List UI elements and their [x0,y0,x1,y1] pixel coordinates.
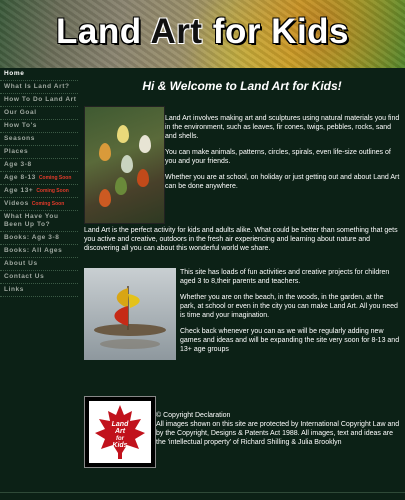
leaf-boat-photo [84,268,176,360]
site-title: Land Art for Kids [55,12,350,51]
sidebar-nav: Home What Is Land Art? How To Do Land Ar… [0,68,78,297]
svg-text:Land: Land [112,421,129,428]
copyright-text: © Copyright Declaration All images shown… [156,412,400,446]
leaf-art-photo [84,106,165,224]
nav-how-to-do-land-art[interactable]: How To Do Land Art [0,94,78,107]
intro-text: Land Art involves making art and sculptu… [165,115,400,190]
svg-text:Art: Art [114,428,126,435]
nav-seasons[interactable]: Seasons [0,133,78,146]
activity-text: Land Art is the perfect activity for kid… [84,227,398,252]
leaf-shape [99,189,111,207]
coming-soon-badge: Coming Soon [31,201,65,207]
nav-what-is-land-art[interactable]: What Is Land Art? [0,81,78,94]
land-art-logo: Land Art for Kids [84,396,156,468]
nav-videos[interactable]: Videos Coming Soon [0,198,78,211]
nav-books-all-ages[interactable]: Books: All Ages [0,245,78,258]
nav-our-goal[interactable]: Our Goal [0,107,78,120]
leaf-shape [117,125,129,143]
nav-links[interactable]: Links [0,284,78,297]
nav-about-us[interactable]: About Us [0,258,78,271]
nav-what-have-you-been-up-to[interactable]: What Have You Been Up To? [0,211,78,232]
nav-places[interactable]: Places [0,146,78,159]
leaf-shape [99,143,111,161]
main-content: Hi & Welcome to Land Art for Kids! Land … [84,78,400,468]
nav-home[interactable]: Home [0,68,78,81]
nav-age-8-13[interactable]: Age 8-13 Coming Soon [0,172,78,185]
site-info-text: This site has loads of fun activities an… [180,269,400,353]
leaf-shape [137,169,149,187]
nav-contact-us[interactable]: Contact Us [0,271,78,284]
nav-how-tos[interactable]: How To's [0,120,78,133]
coming-soon-badge: Coming Soon [36,188,69,194]
maple-leaf-icon: Land Art for Kids [95,405,145,459]
svg-text:Kids: Kids [112,442,127,449]
footer-divider [0,492,405,493]
leaf-shape [139,135,151,153]
leaf-boat-illustration [94,286,166,349]
nav-age-13-plus[interactable]: Age 13+ Coming Soon [0,185,78,198]
leaf-shape [115,177,127,195]
coming-soon-badge: Coming Soon [38,175,72,181]
header-banner: Land Art for Kids [0,0,405,68]
leaf-shape [121,155,133,173]
nav-books-age-3-8[interactable]: Books: Age 3-8 [0,232,78,245]
page-heading: Hi & Welcome to Land Art for Kids! [142,79,342,93]
nav-age-3-8[interactable]: Age 3-8 [0,159,78,172]
